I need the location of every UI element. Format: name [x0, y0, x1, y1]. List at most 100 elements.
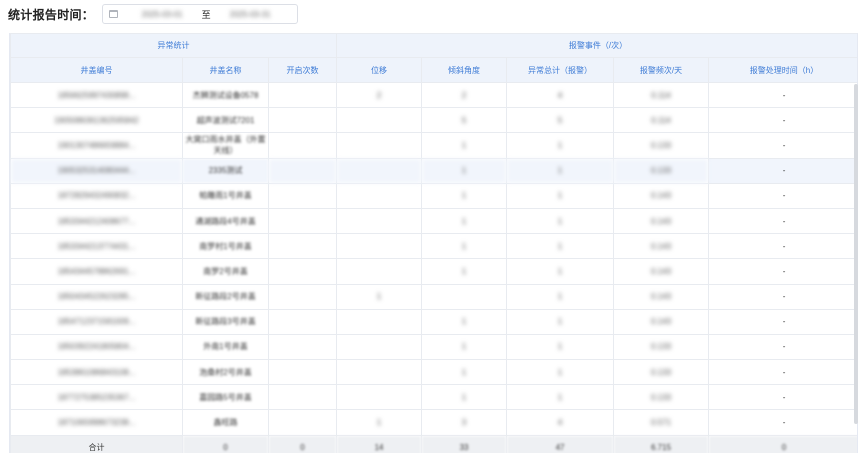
column-header: 报警频次/天 — [613, 57, 710, 83]
date-range-picker[interactable]: 2025-03-01 至 2025-03-31 — [102, 4, 299, 24]
table-row[interactable]: 1905086361362595842 超声波测试7201 5 5 0.114- — [10, 107, 857, 134]
total-freq: 6.715 — [613, 434, 710, 453]
cell-name: 通湖路段4号井盖 — [182, 207, 269, 235]
table-row[interactable]: 1853344212408677... 通湖路段4号井盖 1 1 0.143- — [10, 207, 857, 235]
cell-freq: 0.133 — [613, 359, 710, 386]
cell-handle: - — [708, 359, 857, 386]
cell-handle: - — [708, 157, 857, 184]
table-row[interactable]: 1853344213774431... 南罗村1号井盖 1 1 0.143- — [10, 233, 857, 260]
table-row[interactable]: 1853861086843108... 泡桑村2号井盖 1 1 0.133- — [10, 359, 857, 386]
cell-total: 1 — [506, 308, 615, 335]
cell-freq: 0.133 — [613, 333, 710, 361]
cell-id: 1850434522623285... — [10, 283, 183, 310]
cell-disp: 1 — [336, 283, 423, 310]
cell-id: 1853344213774431... — [10, 233, 183, 260]
cell-open — [267, 333, 338, 361]
report-time-label: 统计报告时间： — [8, 7, 95, 22]
cell-total: 1 — [506, 233, 615, 260]
stats-table-container[interactable]: 异常统计 报警事件（/次） 井盖编号 井盖名称 开启次数 位移 倾斜角度 异常总计（报警）… — [9, 33, 858, 453]
table-row[interactable]: 1850434522623285... 新征路段2号井盖 1 1 0.143- — [10, 283, 857, 310]
cell-freq: 0.143 — [613, 182, 710, 209]
cell-disp — [336, 384, 423, 411]
cell-tilt: 1 — [421, 359, 508, 386]
cell-tilt: 1 — [421, 132, 508, 159]
column-header: 异常总计（报警） — [506, 57, 615, 83]
cell-tilt: 1 — [421, 384, 508, 411]
cell-tilt: 1 — [421, 182, 508, 209]
table-body: 1856625997430898... 杰狮测试设备0578 2 2 4 0.114- 19… — [10, 81, 857, 436]
cell-tilt: 1 — [421, 333, 508, 361]
cell-freq: 0.143 — [613, 233, 710, 260]
cell-handle: - — [708, 308, 857, 335]
calendar-icon — [109, 10, 119, 18]
cell-disp — [336, 107, 423, 134]
cell-open — [267, 258, 338, 285]
cell-disp — [336, 258, 423, 285]
stats-table: 异常统计 报警事件（/次） 井盖编号 井盖名称 开启次数 位移 倾斜角度 异常总计（报警）… — [10, 33, 857, 453]
cell-disp — [336, 132, 423, 159]
column-header: 开启次数 — [267, 57, 338, 83]
cell-handle: - — [708, 333, 857, 361]
table-row[interactable]: 1856625997430898... 杰狮测试设备0578 2 2 4 0.114- — [10, 81, 857, 109]
table-row[interactable]: 1854344578862691... 南罗2号井盖 1 1 0.143- — [10, 258, 857, 285]
table-row[interactable]: 1905325314080444... 2335测试 1 1 0.133- — [10, 157, 857, 184]
vertical-scrollbar[interactable] — [854, 84, 858, 424]
start-date[interactable]: 2025-03-01 — [132, 10, 192, 19]
cell-tilt: 1 — [421, 157, 508, 184]
cell-handle: - — [708, 384, 857, 411]
cell-freq: 0.571 — [613, 409, 710, 436]
cell-open — [267, 157, 338, 184]
group-header-alarm: 报警事件（/次） — [336, 33, 857, 58]
cell-open — [267, 409, 338, 436]
column-header: 位移 — [336, 57, 423, 83]
total-total: 47 — [506, 434, 615, 453]
cell-handle: - — [708, 182, 857, 209]
cell-tilt: 1 — [421, 258, 508, 285]
cell-id: 1853861086843108... — [10, 359, 183, 386]
cell-disp — [336, 157, 423, 184]
cell-id: 1901307486659884... — [10, 132, 183, 159]
cell-disp — [336, 182, 423, 209]
table-row[interactable]: 1901307486659884... 大窝口雨水井盖（外置天线） 1 1 0.133- — [10, 132, 857, 159]
cell-disp — [336, 308, 423, 335]
cell-id: 1872829432490832... — [10, 182, 183, 209]
cell-handle: - — [708, 107, 857, 134]
cell-id: 1854344578862691... — [10, 258, 183, 285]
cell-tilt: 1 — [421, 207, 508, 235]
cell-total: 1 — [506, 207, 615, 235]
total-open: 0 — [267, 434, 338, 453]
cell-name: 鑫旺路 — [182, 409, 269, 436]
cell-total: 1 — [506, 283, 615, 310]
cell-total: 1 — [506, 182, 615, 209]
cell-freq: 0.143 — [613, 308, 710, 335]
table-row[interactable]: 1854712371581009... 新征路段3号井盖 1 1 0.143- — [10, 308, 857, 335]
cell-id: 1850392241805804... — [10, 333, 183, 361]
cell-freq: 0.133 — [613, 132, 710, 159]
table-row[interactable]: 1871065998673238... 鑫旺路 1 3 4 0.571- — [10, 409, 857, 436]
end-date[interactable]: 2025-03-31 — [220, 10, 280, 19]
total-name: 0 — [182, 434, 269, 453]
cell-open — [267, 308, 338, 335]
table-row[interactable]: 1872829432490832... 帕雕雨1号井盖 1 1 0.143- — [10, 182, 857, 209]
cell-tilt: 2 — [421, 81, 508, 109]
cell-tilt — [421, 283, 508, 310]
cell-freq: 0.133 — [613, 384, 710, 411]
table-row[interactable]: 1877275385235367... 嘉园路5号井盖 1 1 0.133- — [10, 384, 857, 411]
cell-total: 1 — [506, 333, 615, 361]
cell-total: 1 — [506, 384, 615, 411]
cell-freq: 0.143 — [613, 207, 710, 235]
cell-id: 1877275385235367... — [10, 384, 183, 411]
cell-name: 泡桑村2号井盖 — [182, 359, 269, 386]
cell-open — [267, 107, 338, 134]
cell-tilt: 1 — [421, 233, 508, 260]
table-row[interactable]: 1850392241805804... 外南1号井盖 1 1 0.133- — [10, 333, 857, 361]
column-header: 井盖名称 — [182, 57, 269, 83]
cell-handle: - — [708, 258, 857, 285]
cell-total: 1 — [506, 359, 615, 386]
cell-name: 超声波测试7201 — [182, 107, 269, 134]
cell-total: 1 — [506, 157, 615, 184]
cell-tilt: 5 — [421, 107, 508, 134]
cell-open — [267, 359, 338, 386]
cell-handle: - — [708, 233, 857, 260]
cell-handle: - — [708, 132, 857, 159]
